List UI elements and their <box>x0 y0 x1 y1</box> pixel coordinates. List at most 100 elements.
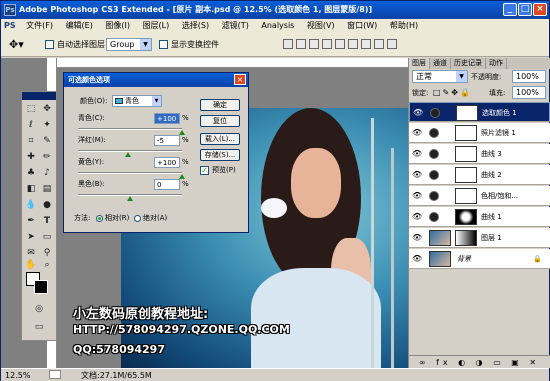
menu-select[interactable]: 选择(S) <box>177 19 214 33</box>
hand-tool-icon[interactable]: ✋ <box>24 258 38 272</box>
reset-button[interactable]: 复位 <box>200 115 240 127</box>
dialog-close-button[interactable]: × <box>234 74 246 85</box>
crop-tool-icon[interactable]: ⌗ <box>24 134 38 148</box>
screen-mode-icon[interactable]: ▭ <box>32 320 46 334</box>
menu-filter[interactable]: 滤镜(T) <box>217 19 254 33</box>
marquee-tool-icon[interactable]: ⬚ <box>24 102 38 116</box>
menu-analysis[interactable]: Analysis <box>256 19 299 33</box>
show-transform-option[interactable]: 显示变换控件 <box>159 39 219 51</box>
eye-icon[interactable]: 👁 <box>412 191 422 201</box>
tab-layers[interactable]: 图层 <box>409 58 430 69</box>
layer-mask-thumbnail[interactable] <box>455 125 477 141</box>
layers-footer-icons[interactable]: ∞ fx ◐ ◑ ▭ ▣ ✕ <box>409 355 550 368</box>
distribute-bottom-icon[interactable] <box>387 39 397 49</box>
menu-layer[interactable]: 图层(L) <box>138 19 175 33</box>
eye-icon[interactable]: 👁 <box>412 233 422 243</box>
cyan-slider[interactable] <box>78 128 185 135</box>
blur-tool-icon[interactable]: 💧 <box>24 198 38 212</box>
eye-icon[interactable]: 👁 <box>412 212 422 222</box>
magenta-slider[interactable] <box>78 150 182 157</box>
distribute-middle-icon[interactable] <box>374 39 384 49</box>
eye-icon[interactable]: 👁 <box>412 254 422 264</box>
minimize-button[interactable]: _ <box>503 3 517 16</box>
align-right-icon[interactable] <box>348 39 358 49</box>
eye-icon[interactable]: 👁 <box>412 170 422 180</box>
maximize-button[interactable]: □ <box>518 3 532 16</box>
move-tool-icon[interactable]: ✥ <box>40 102 54 116</box>
black-input[interactable] <box>154 179 180 190</box>
pen-tool-icon[interactable]: ✒ <box>24 214 38 228</box>
align-left-icon[interactable] <box>322 39 332 49</box>
show-transform-checkbox[interactable] <box>159 40 168 49</box>
menu-file[interactable]: 文件(F) <box>21 19 58 33</box>
group-select[interactable]: Group ▼ <box>106 38 152 51</box>
black-slider[interactable] <box>78 194 182 201</box>
relative-radio[interactable] <box>96 214 103 222</box>
blend-mode-select[interactable]: 正常 ▼ <box>412 70 468 83</box>
type-tool-icon[interactable]: T <box>40 214 54 228</box>
layer-row[interactable]: 👁 选取颜色 1 <box>409 102 550 122</box>
layer-row[interactable]: 👁 照片滤镜 1 <box>409 123 550 143</box>
align-center-icon[interactable] <box>335 39 345 49</box>
healing-tool-icon[interactable]: ✚ <box>24 150 38 164</box>
layer-mask-thumbnail[interactable] <box>455 209 477 225</box>
menu-window[interactable]: 窗口(W) <box>342 19 382 33</box>
menu-view[interactable]: 视图(V) <box>302 19 340 33</box>
yellow-slider[interactable] <box>78 172 185 179</box>
magic-wand-icon[interactable]: ✦ <box>40 118 54 132</box>
relative-option[interactable]: 相对(R) <box>96 213 129 224</box>
brush-tool-icon[interactable]: ✏ <box>40 150 54 164</box>
load-button[interactable]: 载入(L)... <box>200 133 240 145</box>
layer-row[interactable]: 👁 背景 🔒 <box>409 249 550 269</box>
lock-icons[interactable]: □✎✥🔒 <box>433 87 472 99</box>
yellow-input[interactable] <box>154 157 180 168</box>
cyan-input[interactable] <box>154 113 180 124</box>
black-slider-thumb[interactable] <box>127 196 133 201</box>
distribute-top-icon[interactable] <box>361 39 371 49</box>
menu-image[interactable]: 图像(I) <box>100 19 135 33</box>
move-tool-icon[interactable]: ✥▾ <box>9 39 24 51</box>
lasso-tool-icon[interactable]: ℓ <box>24 118 38 132</box>
magenta-slider-thumb[interactable] <box>125 152 131 157</box>
quick-mask-icon[interactable]: ◎ <box>32 302 46 316</box>
auto-select-checkbox[interactable] <box>45 40 54 49</box>
layer-row[interactable]: 👁 图层 1 <box>409 228 550 248</box>
layer-mask-thumbnail[interactable] <box>455 230 477 246</box>
layer-row[interactable]: 👁 色相/饱和... <box>409 186 550 206</box>
preview-checkbox[interactable] <box>200 165 209 175</box>
dodge-tool-icon[interactable]: ● <box>40 198 54 212</box>
slice-tool-icon[interactable]: ✎ <box>40 134 54 148</box>
stamp-tool-icon[interactable]: ♣ <box>24 166 38 180</box>
layer-row[interactable]: 👁 曲线 2 <box>409 165 550 185</box>
eraser-tool-icon[interactable]: ◧ <box>24 182 38 196</box>
ok-button[interactable]: 确定 <box>200 99 240 111</box>
tab-history[interactable]: 历史记录 <box>451 58 486 69</box>
eye-icon[interactable]: 👁 <box>412 149 422 159</box>
path-select-icon[interactable]: ➤ <box>24 230 38 244</box>
save-button[interactable]: 存储(S)... <box>200 149 240 161</box>
zoom-tool-icon[interactable]: ⌕ <box>40 258 54 272</box>
colors-select[interactable]: 青色 ▼ <box>112 95 162 107</box>
gradient-tool-icon[interactable]: ▤ <box>40 182 54 196</box>
tab-actions[interactable]: 动作 <box>486 58 507 69</box>
layer-row[interactable]: 👁 曲线 3 <box>409 144 550 164</box>
opacity-input[interactable]: 100% <box>512 70 546 83</box>
preview-option[interactable]: 预览(P) <box>200 165 236 176</box>
align-middle-icon[interactable] <box>296 39 306 49</box>
history-brush-icon[interactable]: ♪ <box>40 166 54 180</box>
background-color-swatch[interactable] <box>34 280 48 294</box>
align-top-icon[interactable] <box>283 39 293 49</box>
menu-edit[interactable]: 编辑(E) <box>61 19 98 33</box>
ps-menu-icon[interactable]: PS <box>1 19 19 33</box>
eye-icon[interactable]: 👁 <box>413 108 423 118</box>
close-button[interactable]: × <box>533 3 547 16</box>
shape-tool-icon[interactable]: ▭ <box>40 230 54 244</box>
eye-icon[interactable]: 👁 <box>412 128 422 138</box>
absolute-option[interactable]: 绝对(A) <box>134 213 167 224</box>
layer-row[interactable]: 👁 曲线 1 <box>409 207 550 227</box>
align-bottom-icon[interactable] <box>309 39 319 49</box>
absolute-radio[interactable] <box>134 214 141 222</box>
layer-mask-thumbnail[interactable] <box>455 167 477 183</box>
layer-mask-thumbnail[interactable] <box>455 188 477 204</box>
menu-help[interactable]: 帮助(H) <box>385 19 423 33</box>
